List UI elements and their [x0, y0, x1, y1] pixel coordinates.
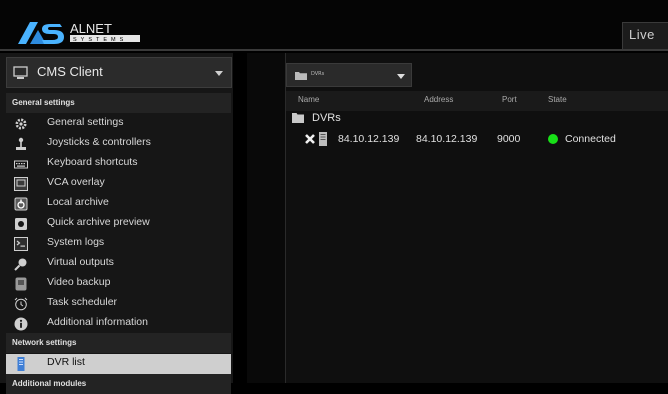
- info-icon: [14, 317, 28, 331]
- keyboard-icon: [14, 160, 28, 169]
- dvr-group-row[interactable]: DVRs: [286, 111, 668, 127]
- gear-icon: [15, 118, 27, 130]
- client-select-label: CMS Client: [37, 64, 103, 79]
- sidebar-item-label: Keyboard shortcuts: [47, 156, 138, 168]
- video-backup-icon: [15, 277, 27, 291]
- tab-live-label: Live: [629, 27, 655, 42]
- dvr-group-select[interactable]: DVRs: [286, 63, 412, 87]
- logo-subtext: SYSTEMS: [73, 37, 127, 43]
- column-state[interactable]: State: [548, 95, 567, 104]
- archive-preview-icon: [15, 218, 27, 230]
- sidebar-item-keyboard-shortcuts[interactable]: Keyboard shortcuts: [6, 154, 231, 174]
- dvr-group-select-label: DVRs: [311, 71, 325, 77]
- sidebar-item-label: Joysticks & controllers: [47, 136, 151, 148]
- sidebar-item-label: Quick archive preview: [47, 216, 150, 228]
- server-icon: [319, 132, 327, 146]
- sidebar-item-label: DVR list: [47, 356, 85, 368]
- clock-icon: [14, 297, 28, 311]
- virtual-outputs-icon: [14, 258, 27, 271]
- chevron-down-icon: [397, 74, 405, 79]
- dvr-group-label: DVRs: [312, 112, 341, 124]
- sidebar-item-joysticks[interactable]: Joysticks & controllers: [6, 134, 231, 154]
- sidebar-item-system-logs[interactable]: System logs: [6, 234, 231, 254]
- dvr-port: 9000: [497, 133, 521, 145]
- dvr-name: 84.10.12.139: [338, 133, 400, 145]
- sidebar-item-vca-overlay[interactable]: VCA overlay: [6, 174, 231, 194]
- sidebar-item-local-archive[interactable]: Local archive: [6, 194, 231, 214]
- settings-sidebar: CMS Client General settings General sett…: [0, 53, 233, 394]
- column-port[interactable]: Port: [502, 95, 517, 104]
- server-icon: [17, 357, 25, 371]
- monitor-icon: [13, 66, 28, 79]
- client-select[interactable]: CMS Client: [6, 57, 232, 88]
- sidebar-item-task-scheduler[interactable]: Task scheduler: [6, 294, 231, 314]
- logo-text: ALNET: [70, 21, 112, 36]
- column-name[interactable]: Name: [298, 95, 319, 104]
- joystick-icon: [16, 137, 26, 150]
- dvr-address: 84.10.12.139: [416, 133, 478, 145]
- sidebar-item-virtual-outputs[interactable]: Virtual outputs: [6, 254, 231, 274]
- top-bar: ALNET SYSTEMS Live: [0, 0, 668, 50]
- sidebar-item-label: Task scheduler: [47, 296, 118, 308]
- sidebar-item-label: Additional information: [47, 316, 148, 328]
- top-bar-divider: [0, 49, 668, 51]
- folder-icon: [292, 113, 304, 123]
- sidebar-item-label: Video backup: [47, 276, 111, 288]
- column-address[interactable]: Address: [424, 95, 453, 104]
- section-additional-modules: Additional modules: [6, 374, 231, 394]
- chevron-down-icon: [215, 71, 223, 76]
- dvr-list-panel: DVRs Name Address Port State DVRs 84.10.…: [286, 53, 668, 383]
- sidebar-item-additional-information[interactable]: Additional information: [6, 314, 231, 334]
- sidebar-item-label: General settings: [47, 116, 124, 128]
- tab-live[interactable]: Live: [622, 22, 668, 50]
- table-header: Name Address Port State: [286, 91, 668, 111]
- sidebar-item-general-settings[interactable]: General settings: [6, 114, 231, 134]
- sidebar-gap: [233, 53, 247, 383]
- section-network-settings: Network settings: [6, 333, 231, 353]
- local-archive-icon: [14, 197, 28, 211]
- close-icon[interactable]: [305, 134, 315, 144]
- table-row[interactable]: 84.10.12.139 84.10.12.139 9000 Connected: [286, 130, 668, 150]
- folder-icon: [295, 72, 307, 80]
- logs-icon: [14, 237, 28, 251]
- sidebar-item-quick-archive-preview[interactable]: Quick archive preview: [6, 214, 231, 234]
- dvr-state: Connected: [565, 133, 616, 145]
- vca-overlay-icon: [14, 177, 28, 191]
- sidebar-item-label: Virtual outputs: [47, 256, 114, 268]
- tree-panel: [247, 53, 285, 383]
- section-general-settings: General settings: [6, 93, 231, 113]
- sidebar-item-video-backup[interactable]: Video backup: [6, 274, 231, 294]
- alnet-logo: ALNET SYSTEMS: [18, 21, 140, 44]
- sidebar-item-label: System logs: [47, 236, 105, 248]
- status-dot-icon: [548, 134, 558, 144]
- sidebar-item-label: Local archive: [47, 196, 109, 208]
- sidebar-item-label: VCA overlay: [47, 176, 105, 188]
- sidebar-item-dvr-list[interactable]: DVR list: [6, 354, 231, 374]
